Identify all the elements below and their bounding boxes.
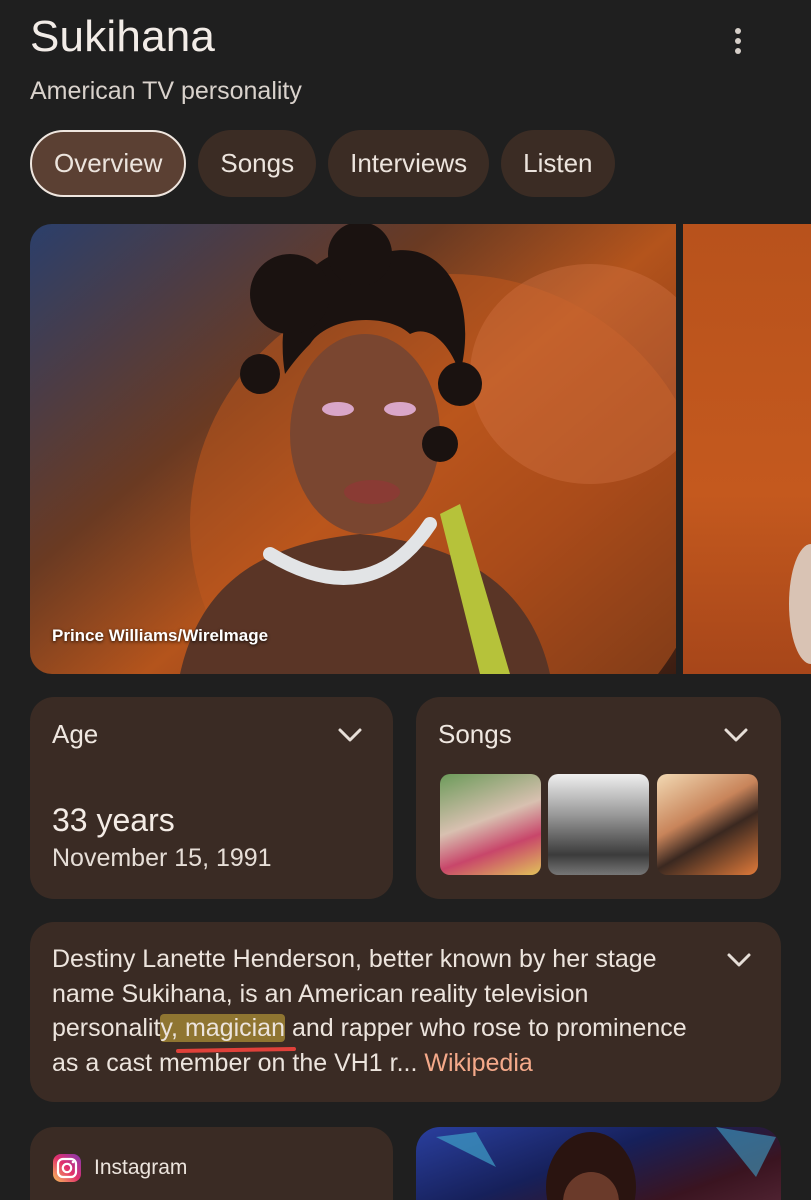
age-card[interactable]: Age 33 years November 15, 1991 <box>30 697 393 899</box>
tab-songs[interactable]: Songs <box>198 130 317 197</box>
instagram-icon <box>53 1154 81 1182</box>
tab-interviews[interactable]: Interviews <box>328 130 490 197</box>
song-thumbnail[interactable] <box>548 774 649 875</box>
tab-overview[interactable]: Overview <box>30 130 187 197</box>
song-thumbnail[interactable] <box>440 774 541 875</box>
tab-bar: Overview Songs Interviews Listen <box>30 130 615 197</box>
age-card-title: Age <box>52 719 99 749</box>
chevron-down-icon[interactable] <box>337 727 363 743</box>
chevron-down-icon[interactable] <box>723 727 749 743</box>
songs-card[interactable]: Songs <box>416 697 781 899</box>
highlighted-text: y, magician <box>160 1014 285 1042</box>
entity-title: Sukihana <box>30 12 216 61</box>
more-options-button[interactable] <box>718 26 758 56</box>
description-text: Destiny Lanette Henderson, better known … <box>52 945 687 1077</box>
video-thumbnail[interactable] <box>416 1127 781 1200</box>
birth-date: November 15, 1991 <box>52 844 272 872</box>
age-value: 33 years <box>52 802 175 838</box>
description-card[interactable]: Destiny Lanette Henderson, better known … <box>30 922 781 1102</box>
wikipedia-link[interactable]: Wikipedia <box>424 1049 532 1077</box>
more-vert-icon <box>735 28 741 34</box>
image-carousel[interactable]: Prince Williams/WireImage <box>30 224 811 674</box>
entity-subtitle: American TV personality <box>30 77 302 105</box>
next-photo-preview[interactable] <box>683 224 811 674</box>
chevron-down-icon[interactable] <box>726 952 752 968</box>
songs-card-title: Songs <box>438 719 512 749</box>
tab-listen[interactable]: Listen <box>501 130 615 197</box>
main-photo[interactable]: Prince Williams/WireImage <box>30 224 676 674</box>
photo-credit: Prince Williams/WireImage <box>52 626 269 645</box>
instagram-card[interactable]: Instagram <box>30 1127 393 1200</box>
portrait-image <box>180 224 676 674</box>
instagram-label: Instagram <box>94 1156 188 1179</box>
knowledge-panel: Sukihana American TV personality Overvie… <box>0 0 811 1200</box>
song-thumbnail[interactable] <box>657 774 758 875</box>
